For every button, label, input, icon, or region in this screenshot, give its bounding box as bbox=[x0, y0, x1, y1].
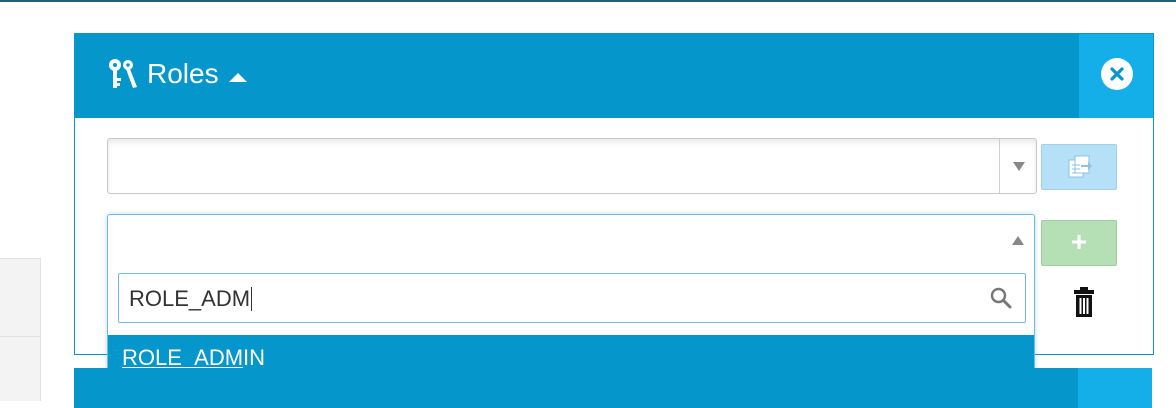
search-input[interactable]: ROLE_ADM bbox=[118, 273, 1026, 323]
search-value: ROLE_ADM bbox=[129, 286, 251, 311]
search-value-wrap: ROLE_ADM bbox=[129, 286, 253, 312]
close-button[interactable] bbox=[1101, 58, 1133, 90]
add-button[interactable]: + bbox=[1041, 220, 1117, 266]
panel-title-group[interactable]: Roles bbox=[105, 56, 247, 92]
roles-panel: Roles ROLE_ADM ROLE_ADMIN + bbox=[74, 33, 1154, 386]
collapse-caret-icon[interactable] bbox=[228, 72, 247, 82]
roles-panel-header[interactable]: Roles bbox=[75, 34, 1079, 118]
chevron-down-icon bbox=[1013, 162, 1025, 171]
keys-icon bbox=[109, 59, 137, 88]
background-divider bbox=[0, 336, 40, 337]
new-role-select[interactable]: ROLE_ADM ROLE_ADMIN bbox=[107, 214, 1035, 386]
background-side-panel bbox=[0, 258, 41, 401]
close-icon bbox=[1110, 67, 1124, 81]
next-panel-action-zone[interactable] bbox=[1078, 368, 1152, 408]
close-zone bbox=[1079, 34, 1153, 118]
chevron-up-icon[interactable] bbox=[1012, 236, 1024, 245]
search-icon bbox=[990, 287, 1012, 309]
panel-title: Roles bbox=[147, 58, 219, 89]
option-rest-text: IN bbox=[243, 345, 266, 370]
option-match-text: ROLE_ADM bbox=[122, 345, 244, 370]
top-divider bbox=[0, 0, 1176, 2]
next-panel-header[interactable] bbox=[74, 368, 1078, 408]
role-select[interactable] bbox=[107, 138, 1037, 194]
role-select-toggle[interactable] bbox=[999, 139, 1036, 193]
text-cursor bbox=[251, 287, 253, 311]
trash-icon[interactable] bbox=[1073, 286, 1095, 318]
copy-icon bbox=[1068, 155, 1092, 178]
copy-button[interactable] bbox=[1041, 144, 1117, 190]
